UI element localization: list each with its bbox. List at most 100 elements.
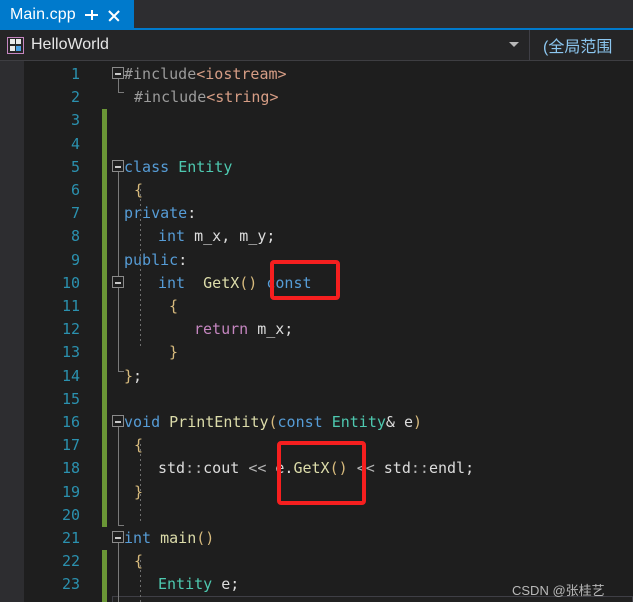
indent-guide: [140, 444, 141, 524]
change-indicator: [102, 364, 107, 388]
change-indicator: [102, 225, 107, 249]
code-token: <string>: [206, 88, 279, 107]
fold-toggle-printentity[interactable]: [112, 415, 124, 427]
change-indicator: [102, 318, 107, 342]
code-text: void PrintEntity(const Entity& e): [124, 411, 422, 434]
code-line[interactable]: 13}: [24, 341, 633, 365]
change-indicator: [102, 550, 107, 574]
code-token: PrintEntity: [169, 413, 269, 431]
structure-guide: [118, 371, 124, 372]
indent-guide: [140, 189, 141, 349]
getx-call-annotation-box: [277, 441, 366, 505]
project-icon: [7, 36, 24, 54]
code-token: int: [124, 529, 161, 547]
line-number: 9: [70, 250, 80, 269]
code-token: }: [134, 482, 144, 501]
change-indicator: [102, 411, 107, 435]
visual-studio-editor-window: Main.cpp HelloWorld (全局范围 24std::cin.get…: [0, 0, 633, 602]
code-line[interactable]: 3: [24, 109, 633, 133]
member-dropdown[interactable]: (全局范围: [531, 30, 633, 60]
code-token: }: [169, 343, 179, 362]
code-line[interactable]: 6{: [24, 179, 633, 203]
tab-title: Main.cpp: [10, 6, 76, 23]
code-token: ;: [465, 459, 475, 478]
code-token: e;: [212, 575, 240, 594]
change-indicator: [102, 155, 107, 179]
code-token: ::: [185, 459, 204, 478]
code-token: {: [134, 436, 144, 455]
tab-main-cpp[interactable]: Main.cpp: [0, 0, 134, 30]
line-number: 21: [61, 529, 80, 547]
code-token: const: [277, 413, 332, 431]
fold-toggle-getx[interactable]: [112, 276, 124, 288]
code-text: Entity e;: [158, 573, 239, 596]
line-number: 8: [70, 227, 80, 246]
code-line[interactable]: 8 int m_x, m_y;: [24, 225, 633, 249]
structure-guide: [118, 92, 124, 93]
pin-icon[interactable]: [84, 9, 98, 22]
chevron-down-icon[interactable]: [509, 42, 519, 47]
line-number: 17: [61, 436, 80, 455]
watermark: CSDN @张桂艺: [512, 583, 605, 598]
member-dropdown-label: (全局范围: [543, 39, 613, 56]
structure-guide: [118, 525, 124, 526]
line-number: 13: [61, 343, 80, 362]
fold-toggle-main[interactable]: [112, 531, 124, 543]
code-line[interactable]: 14};: [24, 364, 633, 388]
code-token: & e: [385, 413, 413, 431]
code-text: #include<string>: [134, 86, 279, 109]
code-text: public:: [124, 249, 187, 272]
scope-dropdown[interactable]: HelloWorld: [0, 30, 530, 60]
line-number: 12: [61, 320, 80, 339]
code-token: return: [194, 320, 249, 339]
code-editor[interactable]: 24std::cin.get();23Entity e;22{21int mai…: [0, 61, 633, 602]
code-text: int main(): [124, 527, 214, 550]
change-indicator: [102, 248, 107, 272]
code-text: return m_x;: [194, 318, 293, 341]
code-line[interactable]: 4: [24, 132, 633, 156]
line-number: 11: [61, 297, 80, 315]
change-indicator: [102, 503, 107, 527]
code-token: (): [196, 529, 215, 547]
close-icon[interactable]: [107, 9, 120, 22]
line-number: 7: [70, 204, 80, 223]
scope-dropdown-label: HelloWorld: [31, 36, 109, 53]
change-indicator: [102, 295, 107, 319]
code-line[interactable]: 7 private:: [24, 202, 633, 226]
fold-toggle-class[interactable]: [112, 160, 124, 172]
code-token: #include: [134, 88, 207, 107]
code-text: }: [169, 341, 178, 364]
tab-strip: Main.cpp: [0, 0, 633, 30]
code-text: int m_x, m_y;: [158, 225, 275, 248]
line-number: 3: [70, 111, 80, 130]
code-token: ): [413, 413, 423, 431]
const-annotation-box: [270, 260, 340, 300]
fold-toggle-include[interactable]: [112, 67, 124, 79]
change-indicator: [102, 434, 107, 458]
code-surface[interactable]: 24std::cin.get();23Entity e;22{21int mai…: [24, 61, 633, 602]
code-line[interactable]: 15: [24, 387, 633, 411]
code-line[interactable]: 12 return m_x;: [24, 318, 633, 342]
code-text: {: [134, 434, 143, 457]
code-text: private:: [124, 202, 196, 225]
line-number: 14: [61, 366, 80, 385]
code-line[interactable]: 2 #include<string>: [24, 86, 633, 109]
code-token: <<: [248, 459, 267, 478]
change-indicator: [102, 573, 107, 597]
code-token: public: [124, 250, 179, 269]
structure-guide: [118, 537, 119, 602]
change-indicator: [102, 109, 107, 133]
code-line[interactable]: 20: [24, 503, 633, 527]
structure-guide: [118, 166, 119, 371]
code-token: {: [134, 552, 144, 571]
code-token: int: [158, 227, 186, 246]
line-number: 18: [61, 459, 80, 478]
code-line[interactable]: 22 {: [24, 550, 633, 574]
change-indicator: [102, 457, 107, 481]
indent-guide: [140, 560, 141, 602]
code-token: {: [169, 297, 179, 315]
code-token: class: [124, 157, 179, 176]
line-number: 15: [61, 389, 80, 408]
